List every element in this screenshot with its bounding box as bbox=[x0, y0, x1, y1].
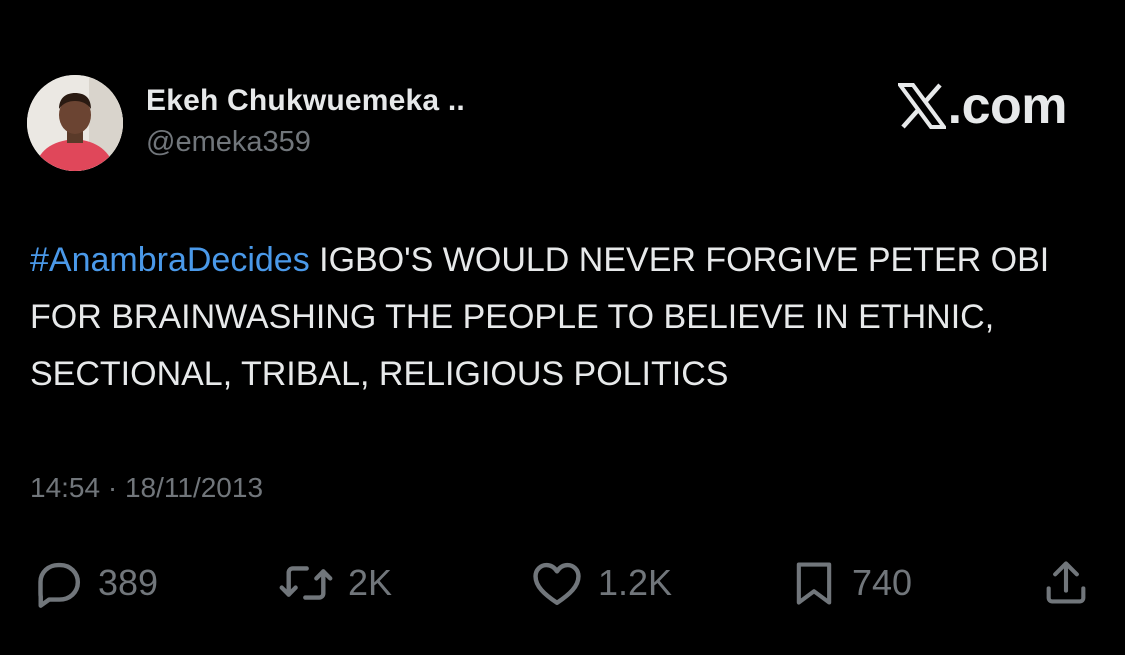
bookmark-button[interactable]: 740 bbox=[788, 555, 912, 611]
like-count: 1.2K bbox=[598, 562, 673, 603]
share-icon bbox=[1046, 561, 1086, 604]
reply-button[interactable]: 389 bbox=[30, 555, 158, 611]
bookmark-icon bbox=[796, 562, 832, 605]
reply-count: 389 bbox=[98, 562, 159, 603]
author-display-name[interactable]: Ekeh Chukwuemeka .. bbox=[146, 84, 465, 118]
tweet-timestamp[interactable]: 14:54 · 18/11/2013 bbox=[30, 472, 263, 504]
heart-icon bbox=[533, 562, 581, 606]
repost-button[interactable]: 2K bbox=[276, 555, 392, 611]
x-brand-logo: .com bbox=[897, 76, 1068, 136]
repost-count: 2K bbox=[348, 562, 393, 603]
share-button[interactable] bbox=[1040, 555, 1092, 611]
tweet-text: #AnambraDecides IGBO'S WOULD NEVER FORGI… bbox=[30, 232, 1100, 403]
tweet-actions-bar: 389 2K 1.2K 740 bbox=[0, 555, 1125, 615]
hashtag-link[interactable]: #AnambraDecides bbox=[30, 241, 310, 279]
like-button[interactable]: 1.2K bbox=[528, 555, 672, 611]
author-avatar[interactable] bbox=[27, 75, 123, 171]
author-handle[interactable]: @emeka359 bbox=[146, 126, 311, 159]
x-logo-icon bbox=[897, 83, 946, 129]
tweet-card: Ekeh Chukwuemeka .. @emeka359 .com #Anam… bbox=[0, 0, 1125, 655]
bookmark-count: 740 bbox=[852, 562, 913, 603]
user-photo-avatar bbox=[27, 75, 123, 171]
reply-icon bbox=[38, 562, 81, 608]
brand-domain-label: .com bbox=[947, 77, 1068, 135]
repost-icon bbox=[279, 566, 333, 600]
